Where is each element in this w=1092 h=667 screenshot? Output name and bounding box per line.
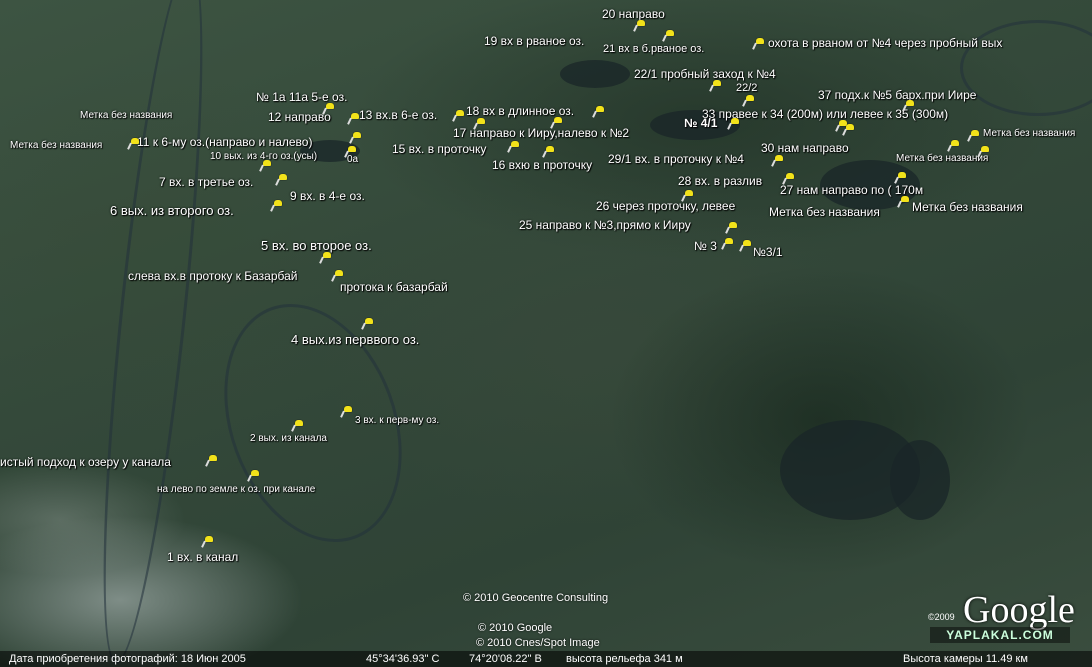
placemark-label[interactable]: 18 вх в длинное оз. bbox=[466, 105, 574, 117]
placemark-pin-icon[interactable] bbox=[785, 173, 794, 185]
placemark-label[interactable]: 21 вх в б.рваное оз. bbox=[603, 44, 704, 55]
photo-date: Дата приобретения фотографий: 18 Июн 200… bbox=[9, 653, 246, 665]
placemark-label[interactable]: 7 вх. в третье оз. bbox=[159, 176, 253, 188]
placemark-pin-icon[interactable] bbox=[352, 132, 361, 144]
placemark-label[interactable]: 6 вых. из второго оз. bbox=[110, 204, 234, 217]
google-logo: Google bbox=[963, 589, 1075, 631]
placemark-label[interactable]: 2 вых. из канала bbox=[250, 434, 327, 444]
placemark-label[interactable]: Метка без названия bbox=[769, 206, 880, 218]
placemark-pin-icon[interactable] bbox=[900, 196, 909, 208]
placemark-pin-icon[interactable] bbox=[845, 124, 854, 136]
placemark-pin-icon[interactable] bbox=[905, 100, 914, 112]
placemark-pin-icon[interactable] bbox=[724, 238, 733, 250]
credit-google: © 2010 Google bbox=[478, 622, 553, 634]
elevation: высота рельефа 341 м bbox=[566, 653, 683, 665]
logo-year: ©2009 bbox=[928, 612, 955, 622]
satellite-map[interactable]: 20 направо 19 вх в рваное оз. 21 вх в б.… bbox=[0, 0, 1092, 667]
placemark-pin-icon[interactable] bbox=[553, 117, 562, 129]
placemark-label[interactable]: 25 направо к №3,прямо к Ииру bbox=[519, 219, 691, 231]
placemark-label[interactable]: 9 вх. в 4-е оз. bbox=[290, 190, 365, 202]
placemark-label[interactable]: протока к базарбай bbox=[340, 281, 448, 293]
placemark-label[interactable]: 29/1 вх. в проточку к №4 bbox=[608, 153, 744, 165]
placemark-label[interactable]: Метка без названия bbox=[912, 201, 1023, 213]
placemark-pin-icon[interactable] bbox=[278, 174, 287, 186]
placemark-pin-icon[interactable] bbox=[476, 118, 485, 130]
placemark-pin-icon[interactable] bbox=[364, 318, 373, 330]
lake bbox=[890, 440, 950, 520]
placemark-label[interactable]: 37 подх.к №5 барх.при Иире bbox=[818, 89, 976, 101]
placemark-label[interactable]: 19 вх в рваное оз. bbox=[484, 35, 584, 47]
placemark-label[interactable]: Метка без названия bbox=[10, 141, 102, 151]
credit-cnes: © 2010 Cnes/Spot Image bbox=[476, 637, 600, 649]
placemark-pin-icon[interactable] bbox=[294, 420, 303, 432]
placemark-label[interactable]: 30 нам направо bbox=[761, 142, 849, 154]
placemark-pin-icon[interactable] bbox=[322, 252, 331, 264]
placemark-label[interactable]: 5 вх. во второе оз. bbox=[261, 239, 372, 252]
placemark-pin-icon[interactable] bbox=[545, 146, 554, 158]
placemark-pin-icon[interactable] bbox=[334, 270, 343, 282]
placemark-pin-icon[interactable] bbox=[728, 222, 737, 234]
placemark-pin-icon[interactable] bbox=[755, 38, 764, 50]
placemark-pin-icon[interactable] bbox=[684, 190, 693, 202]
placemark-pin-icon[interactable] bbox=[742, 240, 751, 252]
placemark-label[interactable]: 26 через проточку, левее bbox=[596, 200, 735, 212]
placemark-pin-icon[interactable] bbox=[595, 106, 604, 118]
placemark-pin-icon[interactable] bbox=[950, 140, 959, 152]
placemark-label[interactable]: 22/1 пробный заход к №4 bbox=[634, 68, 776, 80]
placemark-pin-icon[interactable] bbox=[455, 110, 464, 122]
placemark-label[interactable]: № 4/1 bbox=[684, 117, 717, 129]
placemark-label[interactable]: 16 вхю в проточку bbox=[492, 159, 592, 171]
placemark-pin-icon[interactable] bbox=[636, 20, 645, 32]
placemark-pin-icon[interactable] bbox=[897, 172, 906, 184]
placemark-pin-icon[interactable] bbox=[273, 200, 282, 212]
placemark-label[interactable]: истый подход к озеру у канала bbox=[0, 456, 171, 468]
placemark-pin-icon[interactable] bbox=[745, 95, 754, 107]
placemark-label[interactable]: Метка без названия bbox=[896, 154, 988, 164]
placemark-pin-icon[interactable] bbox=[262, 160, 271, 172]
placemark-label[interactable]: 3 вх. к перв-му оз. bbox=[355, 416, 439, 426]
placemark-label[interactable]: № 1а 11а 5-е оз. bbox=[256, 91, 347, 103]
placemark-label[interactable]: Метка без названия bbox=[80, 111, 172, 121]
placemark-label[interactable]: 22/2 bbox=[736, 83, 757, 94]
placemark-label[interactable]: 20 направо bbox=[602, 8, 665, 20]
placemark-pin-icon[interactable] bbox=[774, 155, 783, 167]
placemark-pin-icon[interactable] bbox=[250, 470, 259, 482]
longitude: 74°20'08.22" В bbox=[469, 653, 542, 665]
placemark-pin-icon[interactable] bbox=[347, 146, 356, 158]
river bbox=[83, 0, 223, 667]
placemark-label[interactable]: на лево по земле к оз. при канале bbox=[157, 485, 315, 495]
placemark-pin-icon[interactable] bbox=[343, 406, 352, 418]
placemark-label[interactable]: № 3 bbox=[694, 240, 717, 252]
placemark-pin-icon[interactable] bbox=[980, 146, 989, 158]
lake bbox=[560, 60, 630, 88]
camera-altitude: Высота камеры 11.49 км bbox=[903, 653, 1028, 665]
placemark-label[interactable]: 28 вх. в разлив bbox=[678, 175, 762, 187]
status-bar: Дата приобретения фотографий: 18 Июн 200… bbox=[0, 651, 1092, 667]
placemark-label[interactable]: №3/1 bbox=[753, 246, 783, 258]
placemark-pin-icon[interactable] bbox=[204, 536, 213, 548]
placemark-pin-icon[interactable] bbox=[712, 80, 721, 92]
placemark-label[interactable]: слева вх.в протоку к Базарбай bbox=[128, 270, 298, 282]
placemark-pin-icon[interactable] bbox=[325, 103, 334, 115]
placemark-label[interactable]: 15 вх. в проточку bbox=[392, 143, 486, 155]
placemark-pin-icon[interactable] bbox=[350, 113, 359, 125]
river bbox=[960, 20, 1092, 116]
placemark-pin-icon[interactable] bbox=[208, 455, 217, 467]
placemark-label[interactable]: 4 вых.из перввого оз. bbox=[291, 333, 419, 346]
placemark-label[interactable]: охота в рваном от №4 через пробный вых bbox=[768, 37, 1002, 49]
placemark-pin-icon[interactable] bbox=[665, 30, 674, 42]
placemark-pin-icon[interactable] bbox=[730, 118, 739, 130]
placemark-label[interactable]: 1 вх. в канал bbox=[167, 551, 238, 563]
placemark-pin-icon[interactable] bbox=[130, 138, 139, 150]
placemark-label[interactable]: 13 вх.в 6-е оз. bbox=[359, 109, 437, 121]
watermark: YAPLAKAL.COM bbox=[930, 627, 1070, 643]
placemark-label[interactable]: 27 нам направо по ( 170м bbox=[780, 184, 923, 196]
placemark-pin-icon[interactable] bbox=[970, 130, 979, 142]
placemark-label[interactable]: Метка без названия bbox=[983, 129, 1075, 139]
latitude: 45°34'36.93" С bbox=[366, 653, 440, 665]
credit-geocentre: © 2010 Geocentre Consulting bbox=[463, 592, 609, 604]
placemark-pin-icon[interactable] bbox=[510, 141, 519, 153]
placemark-label[interactable]: 11 к 6-му оз.(направо и налево) bbox=[137, 136, 312, 148]
